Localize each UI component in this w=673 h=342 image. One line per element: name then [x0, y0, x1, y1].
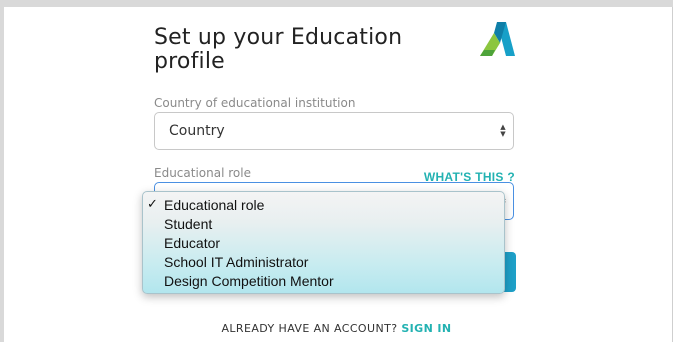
sign-in-prompt: ALREADY HAVE AN ACCOUNT? SIGN IN [0, 322, 673, 335]
page-title: Set up your Education profile [154, 25, 403, 74]
dropdown-option-school-it-administrator[interactable]: School IT Administrator [143, 252, 504, 271]
option-label: Educational role [164, 197, 265, 213]
option-label: School IT Administrator [164, 254, 309, 270]
educational-role-label: Educational role [154, 166, 251, 180]
country-select-value: Country [169, 123, 225, 139]
country-label: Country of educational institution [154, 96, 356, 110]
dropdown-option-design-competition-mentor[interactable]: Design Competition Mentor [143, 271, 504, 290]
option-label: Design Competition Mentor [164, 273, 334, 289]
checkmark-icon: ✓ [147, 197, 158, 212]
window-frame-top [0, 0, 673, 7]
dropdown-option-student[interactable]: Student [143, 214, 504, 233]
option-label: Student [164, 216, 213, 232]
sign-in-link[interactable]: SIGN IN [401, 322, 451, 335]
option-label: Educator [164, 235, 221, 251]
country-select[interactable]: Country ▲ ▼ [154, 112, 514, 150]
educational-role-dropdown-list[interactable]: ✓ Educational role Student Educator Scho… [142, 191, 505, 294]
sign-in-prompt-text: ALREADY HAVE AN ACCOUNT? [221, 322, 398, 335]
autodesk-logo-icon [480, 22, 515, 56]
updown-arrows-icon: ▲▼ [500, 123, 506, 138]
dropdown-option-educational-role[interactable]: ✓ Educational role [143, 195, 504, 214]
dropdown-option-educator[interactable]: Educator [143, 233, 504, 252]
window-frame-left [0, 7, 4, 342]
